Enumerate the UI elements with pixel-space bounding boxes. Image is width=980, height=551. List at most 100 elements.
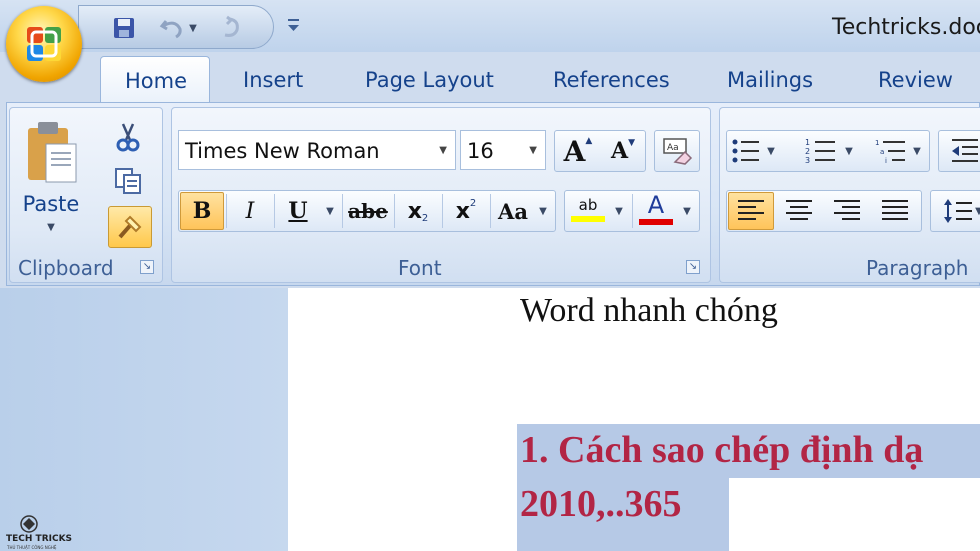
copy-button[interactable] (110, 164, 146, 198)
watermark-subtitle: THỦ THUẬT CÔNG NGHỆ (7, 545, 57, 550)
paste-label: Paste (22, 192, 80, 216)
subscript-button[interactable]: x 2 (396, 192, 440, 230)
ribbon-tabs: Home Insert Page Layout References Maili… (0, 52, 980, 106)
clipboard-group: Paste ▼ Clipboard ↘ (9, 107, 163, 283)
cut-button[interactable] (110, 120, 146, 154)
scissors-icon (116, 123, 140, 152)
document-heading-continued[interactable]: 2010,..365 (520, 482, 682, 526)
bullets-button[interactable]: ▼ (728, 132, 778, 170)
line-spacing-icon (944, 199, 973, 223)
undo-dropdown[interactable]: ▼ (185, 13, 201, 43)
save-button[interactable] (109, 13, 139, 43)
svg-text:i: i (885, 157, 887, 165)
techtricks-watermark: TECH TRICKS THỦ THUẬT CÔNG NGHỆ (2, 514, 72, 550)
highlight-button[interactable]: ab (566, 192, 610, 230)
separator (342, 194, 343, 228)
font-group-label: Font (398, 256, 442, 280)
svg-text:2: 2 (805, 147, 810, 156)
svg-text:3: 3 (805, 156, 810, 165)
chevron-down-icon: ▼ (767, 145, 775, 157)
copy-icon (115, 168, 141, 194)
separator (632, 194, 633, 228)
chevron-down-icon: ▼ (529, 145, 537, 156)
font-color-dropdown[interactable]: ▼ (678, 192, 696, 230)
tab-references[interactable]: References (553, 68, 670, 92)
format-painter-icon (118, 215, 142, 239)
paste-button[interactable]: Paste ▼ (16, 114, 86, 244)
clear-formatting-button[interactable]: Aa (656, 132, 698, 170)
font-color-bar (639, 219, 673, 225)
font-group: Times New Roman ▼ 16 ▼ A ▲ A ▼ Aa B I U … (171, 107, 711, 283)
bold-button[interactable]: B (180, 192, 224, 230)
chevron-down-icon: ▼ (615, 205, 623, 217)
quick-access-toolbar: ▼ (78, 5, 274, 49)
format-painter-button[interactable] (108, 206, 152, 248)
office-button[interactable] (6, 6, 82, 82)
align-left-button[interactable] (728, 192, 774, 230)
title-bar: ▼ Techtricks.doc (0, 0, 980, 52)
paragraph-group: ▼ 1 2 3 ▼ 1 a i ▼ ▼ Paragraph (719, 107, 980, 283)
svg-text:a: a (880, 148, 884, 156)
document-page[interactable]: Word nhanh chóng 1. Cách sao chép định d… (288, 288, 980, 551)
bold-icon: B (192, 198, 212, 224)
font-dialog-launcher[interactable]: ↘ (686, 260, 700, 274)
tab-home[interactable]: Home (100, 56, 210, 106)
align-right-icon (834, 200, 860, 220)
clipboard-dialog-launcher[interactable]: ↘ (140, 260, 154, 274)
separator (490, 194, 491, 228)
superscript-button[interactable]: x 2 (444, 192, 488, 230)
highlighter-icon: ab (578, 196, 598, 214)
justify-icon (882, 200, 908, 220)
numbering-button[interactable]: 1 2 3 ▼ (798, 132, 860, 170)
strikethrough-icon: abe (348, 199, 388, 223)
document-text-line[interactable]: Word nhanh chóng (520, 292, 778, 330)
save-icon (114, 18, 134, 38)
customize-icon (288, 19, 299, 31)
tab-review[interactable]: Review (878, 68, 953, 92)
align-right-button[interactable] (824, 192, 870, 230)
ribbon: Paste ▼ Clipboard ↘ Times New Roman ▼ 16… (6, 102, 980, 286)
justify-button[interactable] (872, 192, 918, 230)
align-center-button[interactable] (776, 192, 822, 230)
redo-button[interactable] (215, 13, 245, 43)
document-workspace: Word nhanh chóng 1. Cách sao chép định d… (0, 288, 980, 551)
paste-icon (28, 122, 77, 183)
subscript-icon: x (407, 198, 422, 224)
watermark-title: TECH TRICKS (6, 534, 73, 544)
paragraph-group-label: Paragraph (866, 256, 969, 280)
customize-qat-button[interactable] (284, 12, 304, 38)
underline-dropdown[interactable]: ▼ (320, 192, 340, 230)
font-size-value: 16 (467, 139, 494, 163)
font-family-combo[interactable]: Times New Roman ▼ (178, 130, 456, 170)
chevron-down-icon: ▼ (683, 205, 691, 217)
multilevel-list-icon: 1 a i (875, 139, 906, 165)
tab-mailings[interactable]: Mailings (727, 68, 813, 92)
chevron-down-icon: ▼ (539, 205, 547, 217)
underline-button[interactable]: U (276, 192, 320, 230)
font-color-button[interactable]: A (634, 191, 678, 230)
grow-font-button[interactable]: A ▲ (556, 132, 600, 170)
svg-text:1: 1 (875, 139, 879, 147)
shrink-font-icon: A (611, 138, 629, 164)
undo-button[interactable] (157, 13, 187, 43)
line-spacing-button[interactable]: ▼ (932, 192, 980, 230)
bullet-list-icon (732, 139, 760, 163)
decrease-indent-button[interactable] (942, 132, 980, 170)
office-logo-icon (27, 27, 61, 61)
italic-button[interactable]: I (228, 192, 272, 230)
document-heading[interactable]: 1. Cách sao chép định dạ (520, 428, 923, 472)
chevron-down-icon: ▼ (189, 22, 197, 34)
change-case-button[interactable]: Aa (492, 192, 534, 230)
multilevel-list-button[interactable]: 1 a i ▼ (868, 132, 928, 170)
font-size-combo[interactable]: 16 ▼ (460, 130, 546, 170)
tab-page-layout[interactable]: Page Layout (365, 68, 494, 92)
techtricks-logo-icon (20, 515, 38, 533)
strikethrough-button[interactable]: abe (344, 192, 392, 230)
numbered-list-icon: 1 2 3 (805, 138, 836, 165)
highlight-dropdown[interactable]: ▼ (610, 192, 628, 230)
change-case-dropdown[interactable]: ▼ (534, 192, 552, 230)
change-case-icon: Aa (498, 198, 528, 224)
eraser-icon: Aa (663, 138, 693, 165)
shrink-font-button[interactable]: A ▼ (602, 132, 644, 170)
tab-insert[interactable]: Insert (243, 68, 303, 92)
